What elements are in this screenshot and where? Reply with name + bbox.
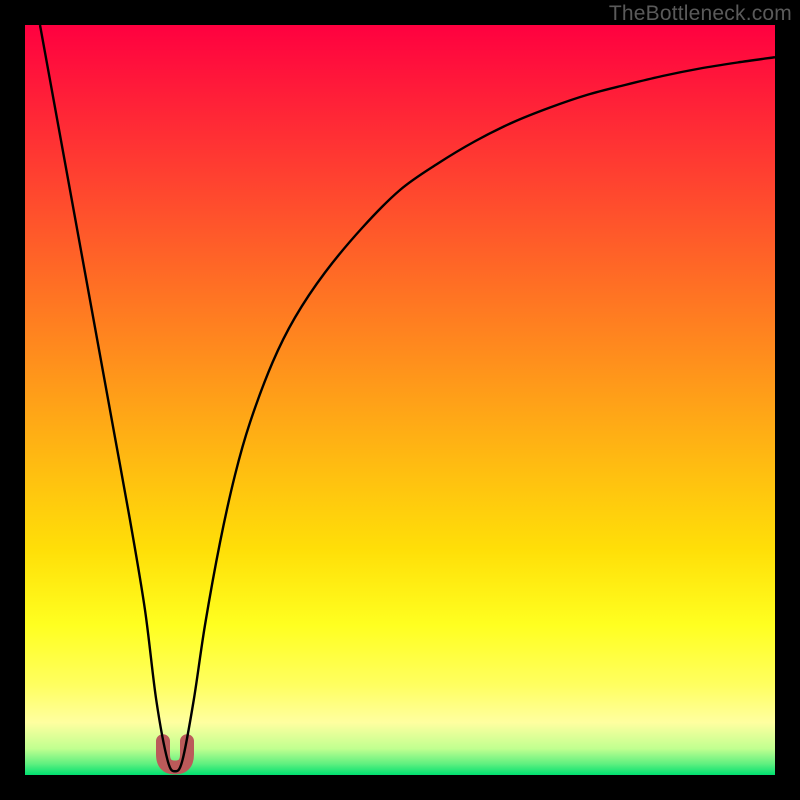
plot-area bbox=[25, 25, 775, 775]
chart-svg bbox=[25, 25, 775, 775]
outer-frame: TheBottleneck.com bbox=[0, 0, 800, 800]
watermark-text: TheBottleneck.com bbox=[609, 2, 792, 26]
gradient-background bbox=[25, 25, 775, 775]
